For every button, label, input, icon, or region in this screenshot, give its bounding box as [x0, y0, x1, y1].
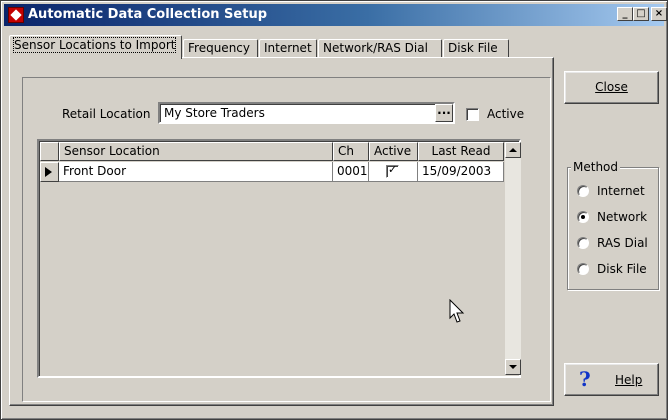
dialog-window: Automatic Data Collection Setup _ □ × Se… [0, 0, 668, 420]
tab-sensor-locations[interactable]: Sensor Locations to Import [9, 35, 182, 59]
app-icon [8, 7, 24, 23]
column-header-active[interactable]: Active [369, 142, 418, 161]
tab-frequency-label: Frequency [188, 41, 250, 55]
minimize-button[interactable]: _ [617, 7, 633, 21]
radio-disk-file[interactable] [577, 263, 589, 275]
retail-location-label: Retail Location [62, 107, 151, 121]
window-title: Automatic Data Collection Setup [28, 7, 268, 22]
scroll-down-button[interactable] [505, 359, 521, 375]
column-active-label: Active [374, 144, 412, 158]
tab-frequency[interactable]: Frequency [183, 39, 258, 58]
radio-network-label: Network [597, 210, 648, 224]
row-active-checkbox[interactable]: ✓ [386, 163, 399, 178]
cell-sensor-location[interactable]: Front Door [59, 162, 333, 182]
radio-disk-file-label: Disk File [597, 262, 647, 276]
active-checkbox[interactable] [466, 108, 479, 121]
radio-ras-dial-label: RAS Dial [597, 236, 648, 250]
retail-location-value: My Store Traders [164, 106, 265, 120]
maximize-button[interactable]: □ [633, 7, 649, 21]
row-pointer-icon [45, 167, 52, 177]
arrow-down-icon [509, 365, 517, 369]
radio-network[interactable] [577, 211, 589, 223]
tab-disk-file-label: Disk File [448, 41, 498, 55]
vertical-scrollbar[interactable] [505, 142, 521, 375]
radio-internet[interactable] [577, 185, 589, 197]
tab-network-ras-dial[interactable]: Network/RAS Dial [318, 39, 442, 58]
tab-disk-file[interactable]: Disk File [443, 39, 509, 58]
cell-active[interactable]: ✓ [369, 162, 418, 182]
radio-internet-label: Internet [597, 184, 645, 198]
column-last-read-label: Last Read [431, 144, 491, 158]
close-button[interactable]: Close [564, 71, 659, 104]
title-bar[interactable]: Automatic Data Collection Setup _ □ × [4, 4, 667, 26]
check-icon: ✓ [388, 163, 398, 176]
scroll-up-button[interactable] [505, 142, 521, 158]
help-button-label: Help [615, 373, 643, 387]
column-sensor-location-label: Sensor Location [64, 144, 160, 158]
radio-ras-dial[interactable] [577, 237, 589, 249]
active-checkbox-label: Active [487, 107, 525, 121]
cell-ch[interactable]: 0001 [333, 162, 369, 182]
close-window-button[interactable]: × [651, 7, 667, 21]
mouse-cursor-icon [449, 299, 465, 323]
help-button[interactable]: ? Help [564, 363, 659, 396]
close-button-label: Close [595, 80, 628, 94]
column-header-last-read[interactable]: Last Read [418, 142, 504, 161]
browse-location-label: ... [437, 103, 451, 117]
sensor-grid: Sensor Location Ch Active Last Read Fron… [37, 139, 521, 378]
tab-network-ras-dial-label: Network/RAS Dial [323, 41, 428, 55]
grid-corner [40, 142, 59, 161]
tab-internet-label: Internet [264, 41, 312, 55]
row-indicator [40, 162, 59, 182]
cell-last-read[interactable]: 15/09/2003 [418, 162, 504, 182]
tab-internet[interactable]: Internet [259, 39, 317, 58]
browse-location-button[interactable]: ... [435, 104, 453, 122]
column-header-ch[interactable]: Ch [333, 142, 369, 161]
method-group-title: Method [571, 160, 621, 174]
retail-location-field[interactable]: My Store Traders [158, 102, 455, 124]
tab-sensor-locations-label: Sensor Locations to Import [12, 37, 177, 53]
column-ch-label: Ch [338, 144, 354, 158]
arrow-up-icon [509, 148, 517, 152]
help-icon: ? [579, 367, 591, 391]
column-header-sensor-location[interactable]: Sensor Location [59, 142, 333, 161]
